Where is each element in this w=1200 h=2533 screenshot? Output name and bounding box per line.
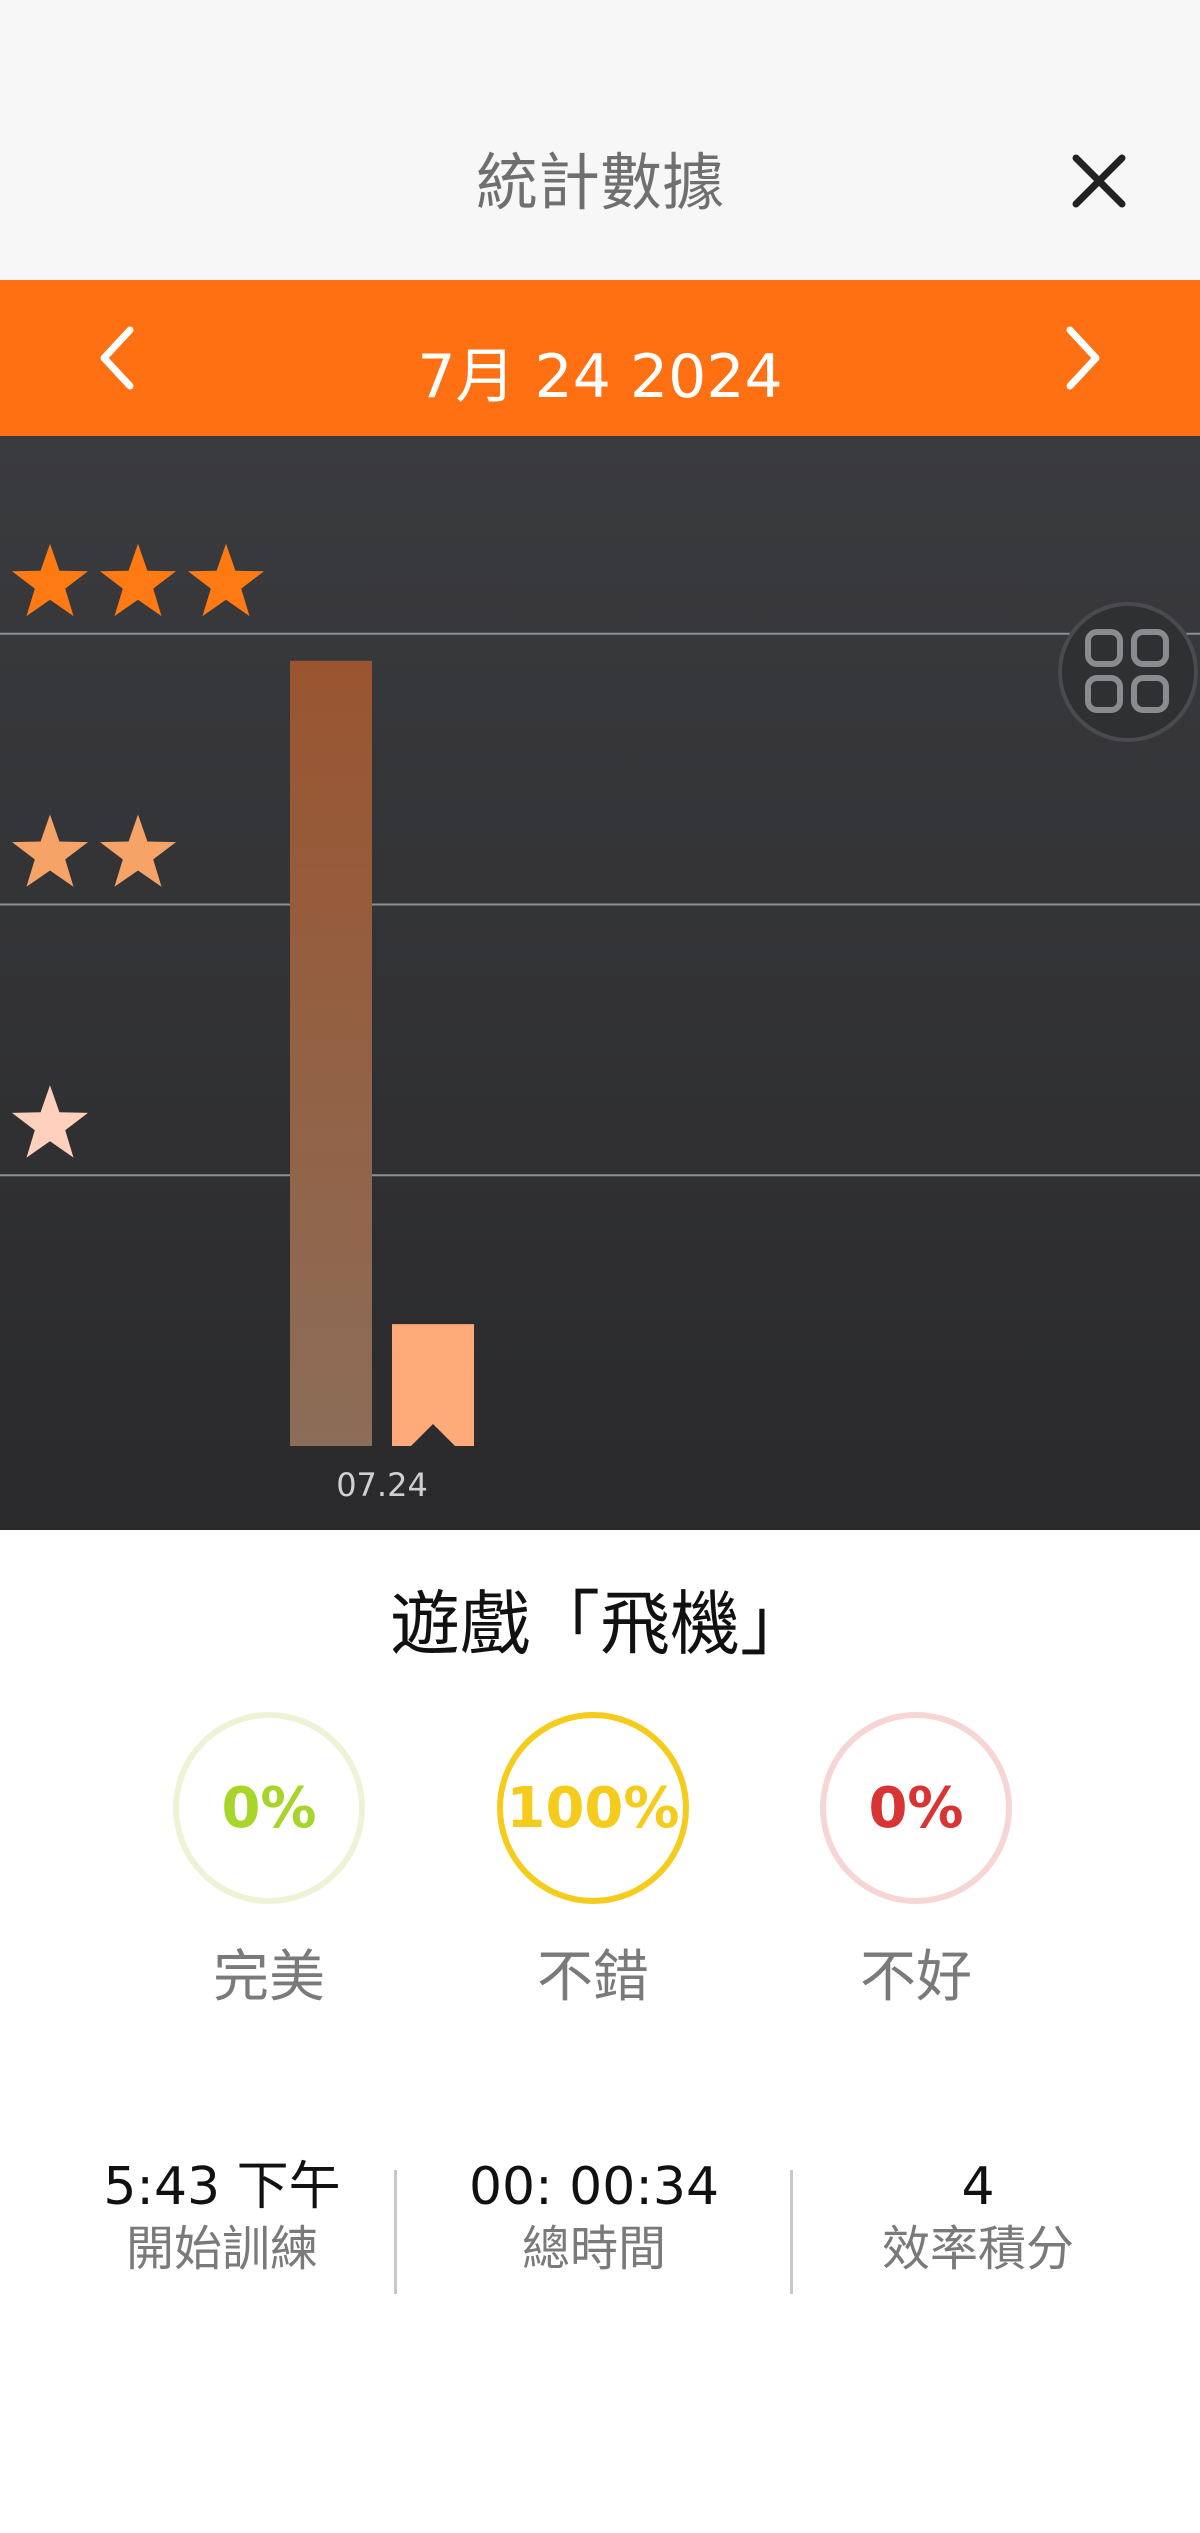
perfect-percent: 0% (221, 1775, 317, 1841)
score-stat: 4 效率積分 (780, 2155, 1176, 2279)
date-bar: 7月 24 2024 (0, 280, 1200, 436)
bad-label: 不好 (860, 1945, 972, 2010)
start-time-stat: 5:43 下午 開始訓練 (24, 2155, 420, 2279)
star-icon (100, 814, 176, 887)
page-title: 統計數據 (475, 146, 724, 219)
perfect-percent-ring: 0% (173, 1712, 365, 1904)
perfect-label: 完美 (213, 1945, 325, 2010)
header: 統計數據 (0, 0, 1200, 280)
date-label: 7月 24 2024 (417, 342, 783, 412)
score-label: 效率積分 (881, 2221, 1074, 2277)
bar-main (290, 660, 372, 1446)
star-icon (12, 543, 88, 617)
good-percent: 100% (506, 1775, 680, 1841)
start-time-label: 開始訓練 (125, 2221, 318, 2277)
total-time-stat: 00: 00:34 總時間 (396, 2155, 792, 2279)
results-chart: 07.24 (0, 436, 1200, 1530)
star-icon (100, 543, 176, 617)
total-time-label: 總時間 (521, 2221, 666, 2277)
bad-percent-ring: 0% (820, 1712, 1012, 1904)
chart-canvas: 07.24 (0, 543, 1200, 1504)
grid-view-button[interactable] (1058, 602, 1198, 742)
star-icon (12, 1085, 88, 1158)
score-value: 4 (961, 2157, 995, 2217)
close-icon[interactable] (1068, 150, 1130, 212)
good-label: 不錯 (537, 1945, 649, 2010)
star-level-3 (12, 543, 264, 617)
total-time-value: 00: 00:34 (468, 2157, 720, 2217)
chevron-right-icon[interactable] (1040, 318, 1120, 398)
game-title: 遊戲「飛機」 (390, 1583, 810, 1665)
start-time-value: 5:43 下午 (103, 2157, 341, 2217)
bar-marker (392, 1324, 474, 1446)
bad-percent: 0% (868, 1775, 964, 1841)
good-percent-ring: 100% (497, 1712, 689, 1904)
star-level-1 (12, 1085, 88, 1158)
star-icon (188, 543, 264, 617)
star-level-2 (12, 814, 176, 887)
star-icon (12, 814, 88, 887)
x-tick-label: 07.24 (336, 1466, 428, 1504)
